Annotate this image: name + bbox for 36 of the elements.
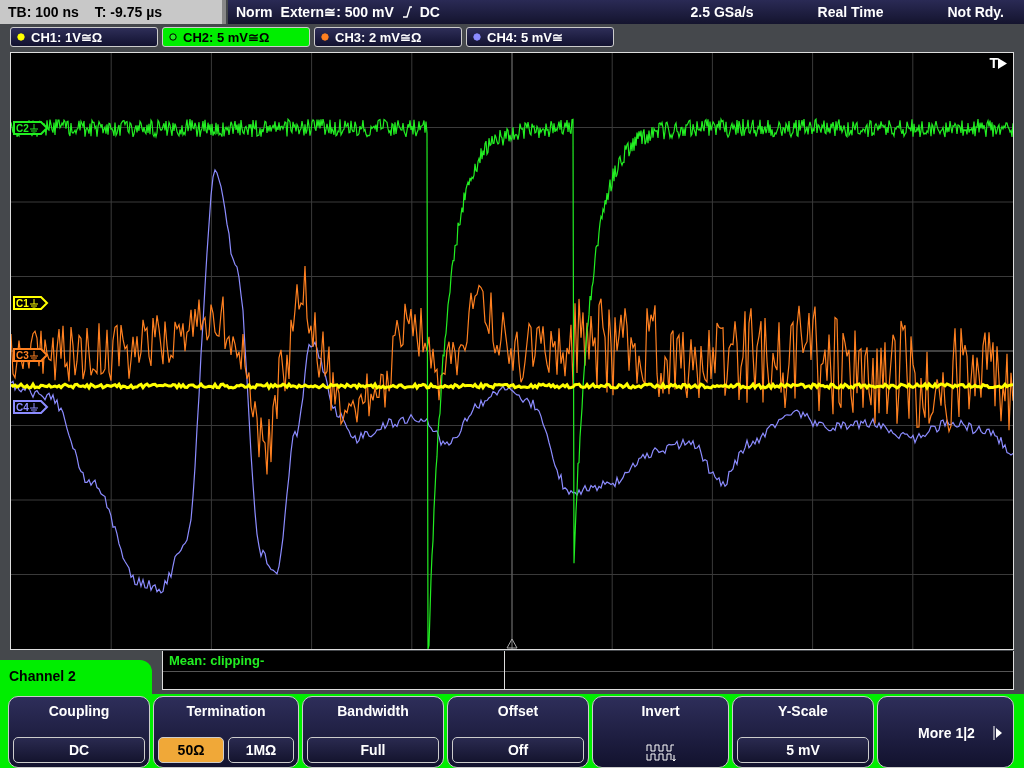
trigger-time: T: -9.75 µs xyxy=(94,4,163,20)
channel-tab[interactable]: CH3: 2 mV≅Ω xyxy=(314,27,462,47)
trigger-source: Extern≅: 500 mV xyxy=(280,4,394,20)
value-button[interactable]: Full xyxy=(307,737,439,763)
sample-rate: 2.5 GSa/s xyxy=(690,4,754,20)
trigger-arrow-icon xyxy=(998,57,1007,69)
channel-tab[interactable]: CH1: 1V≅Ω xyxy=(10,27,158,47)
trigger-label: T xyxy=(989,55,998,71)
acquisition-state: Not Rdy. xyxy=(947,4,1004,20)
softkey[interactable]: Y-Scale 5 mV xyxy=(732,696,874,768)
channel-marker[interactable]: C2 xyxy=(13,121,49,135)
softkey[interactable]: Coupling DC xyxy=(8,696,150,768)
acquisition-mode: Real Time xyxy=(817,4,884,20)
option-button[interactable]: 50Ω xyxy=(158,737,224,763)
value-button[interactable]: DC xyxy=(13,737,145,763)
channel-marker[interactable]: C4 xyxy=(13,400,49,414)
trigger-position-icon xyxy=(506,638,518,649)
trigger-coupling: DC xyxy=(419,4,440,20)
channel-tab[interactable]: CH4: 5 mV≅ xyxy=(466,27,614,47)
softkey[interactable]: Bandwidth Full xyxy=(302,696,444,768)
channel-marker[interactable]: C1 xyxy=(13,296,49,310)
softkey[interactable]: More 1|2 xyxy=(877,696,1014,768)
measurement-result: Mean: clipping- xyxy=(169,653,265,668)
trigger-mode: Norm xyxy=(236,4,273,20)
option-button[interactable]: 1MΩ xyxy=(228,737,294,763)
softkey[interactable]: Termination 50Ω 1MΩ xyxy=(153,696,299,768)
value-button[interactable]: Off xyxy=(452,737,584,763)
invert-waveform-icon xyxy=(645,743,676,763)
next-page-icon xyxy=(992,726,1003,740)
channel-tab[interactable]: CH2: 5 mV≅Ω xyxy=(162,27,310,47)
timebase: TB: 100 ns xyxy=(8,4,79,20)
softkey[interactable]: Invert xyxy=(592,696,729,768)
rising-edge-icon xyxy=(401,6,412,18)
softkey[interactable]: Offset Off xyxy=(447,696,589,768)
value-button[interactable]: 5 mV xyxy=(737,737,869,763)
channel-marker[interactable]: C3 xyxy=(13,348,49,362)
